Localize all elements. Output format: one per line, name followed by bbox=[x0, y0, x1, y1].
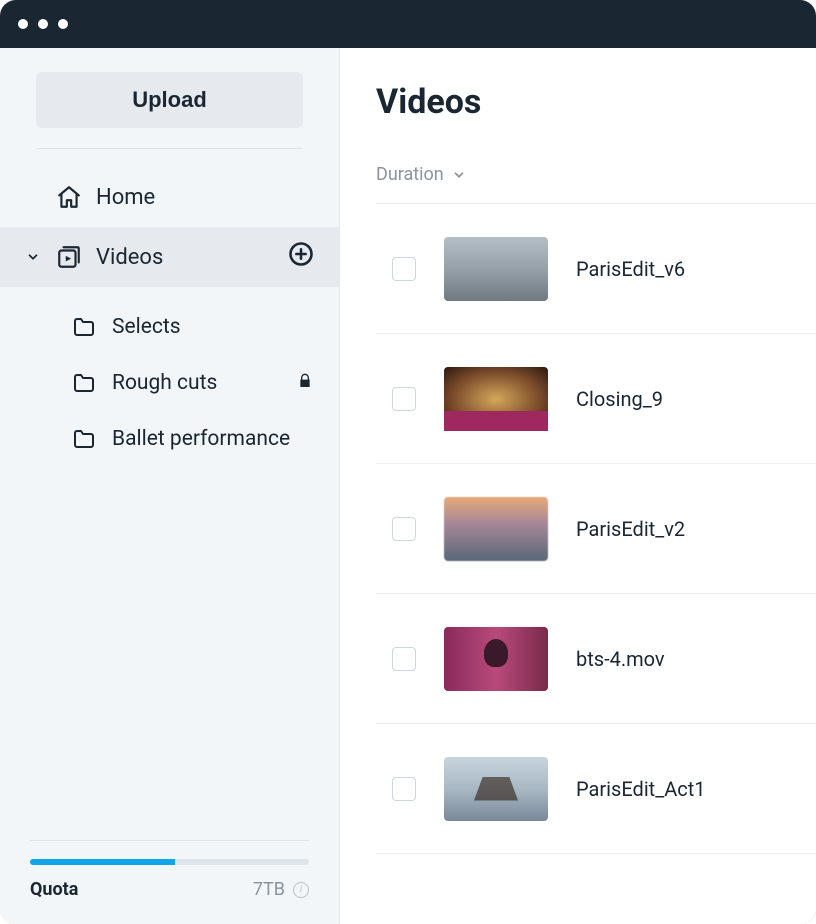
video-row[interactable]: Closing_9 bbox=[376, 334, 816, 464]
video-name: bts-4.mov bbox=[576, 647, 665, 671]
divider bbox=[36, 148, 303, 149]
video-row[interactable]: ParisEdit_v6 bbox=[376, 204, 816, 334]
sidebar-item-home[interactable]: Home bbox=[0, 167, 339, 227]
video-checkbox[interactable] bbox=[392, 257, 416, 281]
sidebar-subfolder[interactable]: Rough cuts bbox=[0, 355, 339, 411]
add-folder-button[interactable] bbox=[287, 240, 315, 274]
window-control-dot[interactable] bbox=[18, 19, 28, 29]
video-thumbnail[interactable] bbox=[444, 757, 548, 821]
subfolder-label: Selects bbox=[112, 315, 181, 339]
divider bbox=[30, 840, 309, 841]
video-library-icon bbox=[56, 244, 82, 270]
video-list: ParisEdit_v6 Closing_9 ParisEdit_v2 bts-… bbox=[376, 204, 816, 854]
video-checkbox[interactable] bbox=[392, 517, 416, 541]
quota-label: Quota bbox=[30, 879, 78, 900]
video-checkbox[interactable] bbox=[392, 387, 416, 411]
subfolder-label: Rough cuts bbox=[112, 371, 217, 395]
video-row[interactable]: ParisEdit_Act1 bbox=[376, 724, 816, 854]
sidebar-item-label: Home bbox=[96, 185, 155, 210]
video-name: ParisEdit_v2 bbox=[576, 517, 685, 541]
titlebar bbox=[0, 0, 816, 48]
video-name: ParisEdit_v6 bbox=[576, 257, 685, 281]
folder-icon bbox=[72, 315, 96, 339]
window-control-dot[interactable] bbox=[58, 19, 68, 29]
info-icon[interactable]: i bbox=[293, 882, 309, 898]
app-body: Upload Home Videos bbox=[0, 48, 816, 924]
video-name: ParisEdit_Act1 bbox=[576, 777, 706, 801]
video-thumbnail[interactable] bbox=[444, 497, 548, 561]
lock-icon bbox=[297, 371, 313, 395]
sidebar-item-label: Videos bbox=[96, 245, 163, 270]
video-checkbox[interactable] bbox=[392, 777, 416, 801]
app-window: Upload Home Videos bbox=[0, 0, 816, 924]
sidebar: Upload Home Videos bbox=[0, 48, 340, 924]
video-thumbnail[interactable] bbox=[444, 627, 548, 691]
video-thumbnail[interactable] bbox=[444, 367, 548, 431]
sidebar-item-videos[interactable]: Videos bbox=[0, 227, 339, 287]
main-content: Videos Duration ParisEdit_v6 Closing_9 P… bbox=[340, 48, 816, 924]
subfolder-label: Ballet performance bbox=[112, 427, 290, 451]
video-thumbnail[interactable] bbox=[444, 237, 548, 301]
home-icon bbox=[56, 184, 82, 210]
quota-section: Quota 7TB i bbox=[0, 840, 339, 924]
sort-label: Duration bbox=[376, 164, 444, 185]
sidebar-subfolder[interactable]: Selects bbox=[0, 299, 339, 355]
quota-progress-fill bbox=[30, 859, 175, 865]
video-row[interactable]: ParisEdit_v2 bbox=[376, 464, 816, 594]
chevron-down-icon bbox=[452, 168, 466, 182]
upload-button[interactable]: Upload bbox=[36, 72, 303, 128]
folder-icon bbox=[72, 371, 96, 395]
sidebar-subfolder[interactable]: Ballet performance bbox=[0, 411, 339, 467]
video-name: Closing_9 bbox=[576, 387, 663, 411]
chevron-down-icon bbox=[24, 250, 42, 264]
quota-value: 7TB bbox=[253, 879, 285, 900]
sort-dropdown[interactable]: Duration bbox=[376, 164, 816, 204]
quota-progress-bar bbox=[30, 859, 309, 865]
folder-icon bbox=[72, 427, 96, 451]
page-title: Videos bbox=[376, 82, 816, 122]
sidebar-subfolders: Selects Rough cuts Ballet performance bbox=[0, 287, 339, 467]
video-row[interactable]: bts-4.mov bbox=[376, 594, 816, 724]
window-control-dot[interactable] bbox=[38, 19, 48, 29]
video-checkbox[interactable] bbox=[392, 647, 416, 671]
